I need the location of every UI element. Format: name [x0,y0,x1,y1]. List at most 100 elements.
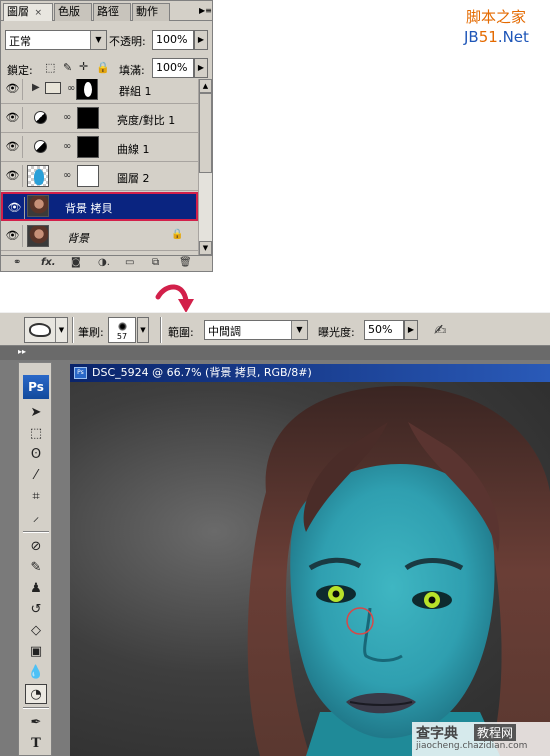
blend-mode-value: 正常 [9,35,31,48]
marquee-icon[interactable]: ⬚ [25,424,47,444]
layer-mask-thumbnail[interactable] [77,165,99,187]
eye-icon[interactable]: 👁 [5,197,25,219]
layer-row-curves[interactable]: 👁 ∞ 曲線 1 [1,133,198,162]
layer-name: 曲線 1 [117,143,150,156]
layer-thumbnail[interactable] [27,195,49,217]
blur-icon[interactable]: 💧 [25,663,47,683]
scrollbar-thumb[interactable] [199,93,212,173]
lasso-icon[interactable]: ʘ [25,445,47,465]
toolbox-divider [23,531,49,533]
layer-list-scrollbar[interactable]: ▲ ▼ [198,79,212,255]
document-title-bar[interactable]: Ps DSC_5924 @ 66.7% (背景 拷貝, RGB/8#) [70,364,550,382]
exposure-arrow-button[interactable]: ▶ [404,320,418,340]
trash-icon[interactable]: 🗑 [179,257,192,268]
divider [160,317,162,343]
eye-icon[interactable]: 👁 [3,165,23,187]
lock-pixels-icon[interactable]: ✎ [63,61,72,74]
exposure-input[interactable]: 50% [364,320,404,340]
tab-paths-label: 路徑 [97,5,119,18]
layer-row-group[interactable]: 👁 ▶ ∞ 群組 1 [1,79,198,104]
watermark-site: JB51.Net [464,28,529,46]
opacity-arrow-button[interactable]: ▶ [194,30,208,50]
range-label: 範圍: [168,326,194,339]
layers-bottom-bar: ⚭ fx. ◙ ◑. ▭ ⧉ 🗑 [1,255,212,271]
link-icon: ∞ [67,83,76,94]
fx-icon[interactable]: fx. [41,257,56,268]
tool-preset-picker[interactable]: ▼ [24,317,68,343]
tab-paths[interactable]: 路徑 [93,3,131,21]
layer-mask-thumbnail[interactable] [77,136,99,158]
expand-arrow-icon[interactable]: ▶ [32,82,40,93]
layer-name: 背景 拷貝 [65,202,113,215]
dodge-icon[interactable]: ◔ [25,684,47,704]
fill-arrow-button[interactable]: ▶ [194,58,208,78]
chevron-down-icon[interactable]: ▼ [55,318,67,342]
layer-row-brightness[interactable]: 👁 ∞ 亮度/對比 1 [1,104,198,133]
layer-name: 背景 [67,232,89,245]
chevron-down-icon[interactable]: ▼ [291,321,307,339]
layer-thumbnail[interactable] [27,225,49,247]
tab-actions-label: 動作 [136,5,158,18]
move-icon[interactable]: ➤ [25,403,47,423]
chevron-down-icon[interactable]: ▼ [90,31,106,49]
airbrush-icon[interactable]: ✍ [434,321,447,339]
eye-icon[interactable]: 👁 [3,136,23,158]
lock-transparency-icon[interactable]: ⬚ [45,61,55,74]
healing-brush-icon[interactable]: ⊘ [25,537,47,557]
add-mask-icon[interactable]: ◙ [71,257,81,268]
magic-wand-icon[interactable]: ⁄ [25,466,47,486]
tab-layers-label: 圖層 [7,5,29,18]
range-select[interactable]: 中間調 ▼ [204,320,308,340]
footer-watermark: 查字典 教程网 jiaocheng.chazidian.com [412,722,550,756]
gradient-icon[interactable]: ▣ [25,642,47,662]
layer-row-background-copy[interactable]: 👁 背景 拷貝 [1,192,198,221]
range-value: 中間調 [208,325,241,338]
pen-icon[interactable]: ✒ [25,713,47,733]
adjustment-layer-icon [34,140,47,153]
brush-preview[interactable]: 57 [108,317,136,343]
options-bar: ▼ 筆刷: 57 ▼ 範圍: 中間調 ▼ 曝光度: 50% ▶ ✍ [0,312,550,346]
layer-row-background[interactable]: 👁 背景 🔒 [1,222,198,251]
collapse-icon[interactable]: ▸▸ [18,347,26,356]
layer-thumbnail[interactable] [27,165,49,187]
scroll-down-icon[interactable]: ▼ [199,241,212,255]
fill-value: 100% [156,61,188,74]
brush-dropdown-button[interactable]: ▼ [137,317,149,343]
blend-mode-select[interactable]: 正常 ▼ [5,30,107,50]
eyedropper-icon[interactable]: ⸝ [25,508,47,528]
eraser-icon[interactable]: ◇ [25,621,47,641]
close-icon[interactable]: × [35,8,43,18]
layer-mask-thumbnail[interactable] [77,107,99,129]
document-window: Ps DSC_5924 @ 66.7% (背景 拷貝, RGB/8#) [70,364,550,756]
lock-position-icon[interactable]: ✛ [79,60,88,73]
opacity-input[interactable]: 100% [152,30,194,50]
lock-icon: 🔒 [171,229,184,240]
type-icon[interactable]: T [25,734,47,754]
crop-icon[interactable]: ⌗ [25,487,47,507]
new-group-icon[interactable]: ▭ [125,257,134,268]
footer-brand: 查字典 [416,726,458,742]
brush-size: 57 [116,332,128,341]
tab-channels[interactable]: 色版 [54,3,92,21]
eye-icon[interactable]: 👁 [3,79,23,100]
eye-icon[interactable]: 👁 [3,107,23,129]
tab-actions[interactable]: 動作 [132,3,170,21]
new-adjustment-icon[interactable]: ◑. [98,257,110,268]
eye-icon[interactable]: 👁 [3,225,23,247]
new-layer-icon[interactable]: ⧉ [152,257,159,268]
layer-name: 群組 1 [119,85,152,98]
history-brush-icon[interactable]: ↺ [25,600,47,620]
layer-mask-thumbnail[interactable] [76,79,98,100]
folder-icon [45,82,61,94]
brush-icon[interactable]: ✎ [25,558,47,578]
panel-menu-icon[interactable]: ▶≡ [199,4,212,18]
fill-input[interactable]: 100% [152,58,194,78]
layer-row-layer2[interactable]: 👁 ∞ 圖層 2 [1,162,198,191]
lock-all-icon[interactable]: 🔒 [96,61,110,74]
link-layers-icon[interactable]: ⚭ [13,257,21,268]
scroll-up-icon[interactable]: ▲ [199,79,212,93]
tab-layers[interactable]: 圖層 × [3,3,53,21]
image-canvas[interactable] [70,382,550,756]
fill-label: 填滿: [119,64,145,77]
clone-stamp-icon[interactable]: ♟ [25,579,47,599]
